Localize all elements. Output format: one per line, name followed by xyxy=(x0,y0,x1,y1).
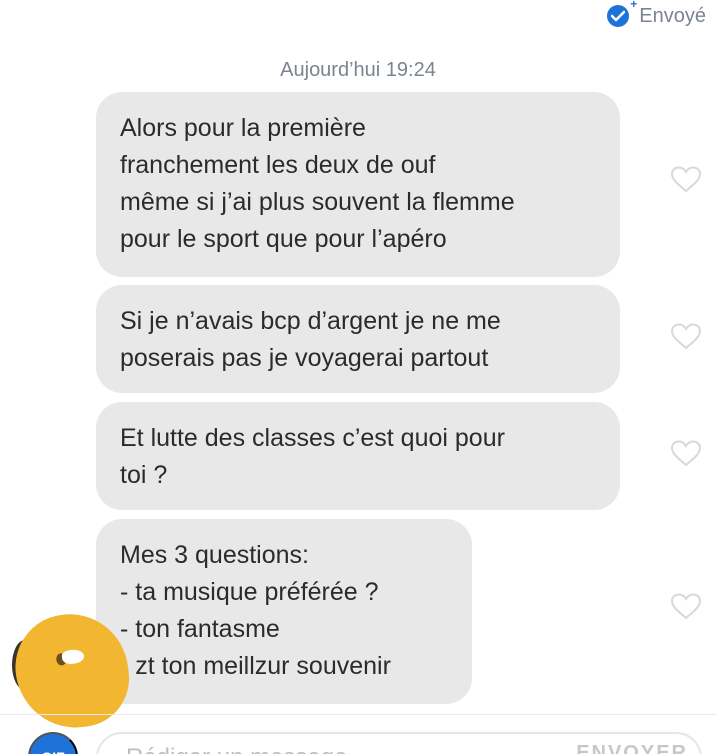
sent-check-icon: + xyxy=(607,0,637,27)
sent-status-label: Envoyé xyxy=(639,5,706,27)
message-bubble: Alors pour la première franchement les d… xyxy=(96,92,620,277)
message-bubble: Et lutte des classes c’est quoi pour toi… xyxy=(96,402,620,510)
heart-outline-icon[interactable] xyxy=(670,440,702,468)
send-button[interactable]: ENVOYER xyxy=(576,742,688,754)
message-bubble: Si je n’avais bcp d’argent je ne me pose… xyxy=(96,285,620,393)
heart-outline-icon[interactable] xyxy=(670,593,702,621)
heart-outline-icon[interactable] xyxy=(670,323,702,351)
heart-outline-icon[interactable] xyxy=(670,166,702,194)
conversation-date: Aujourd’hui 19:24 xyxy=(280,59,436,81)
plus-icon: + xyxy=(630,0,638,11)
sent-status: + Envoyé xyxy=(607,0,706,32)
message-bubble: Mes 3 questions: - ta musique préférée ?… xyxy=(96,519,472,704)
gif-button[interactable]: GIF xyxy=(28,732,78,754)
composer-divider xyxy=(0,714,716,715)
